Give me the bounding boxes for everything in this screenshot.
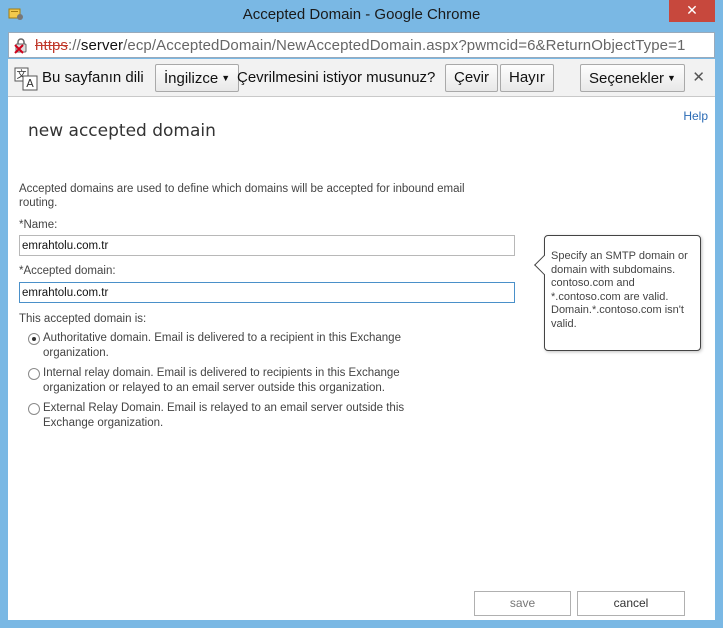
title-bar: Accepted Domain - Google Chrome ✕ [0,0,723,30]
cancel-button[interactable]: cancel [577,591,685,616]
language-dropdown[interactable]: İngilizce ▼ [155,64,240,92]
window-bottom-border [8,620,715,628]
address-bar[interactable]: https://server/ecp/AcceptedDomain/NewAcc… [8,32,715,58]
name-label: *Name: [19,219,58,231]
translate-prefix: Bu sayfanın dili [42,69,144,86]
url-separator: :// [68,37,81,54]
description-text: Accepted domains are used to define whic… [19,183,465,209]
page-title: new accepted domain [28,121,216,141]
accepted-domain-input[interactable] [19,282,515,303]
name-input[interactable] [19,235,515,256]
url-protocol: https [35,37,69,54]
options-label: Seçenekler [589,70,665,87]
radio-button[interactable] [28,403,40,415]
help-link[interactable]: Help [683,109,708,123]
radio-external-relay[interactable]: External Relay Domain. Email is relayed … [28,401,443,431]
close-window-button[interactable]: ✕ [669,0,715,22]
radio-internal-relay[interactable]: Internal relay domain. Email is delivere… [28,366,443,396]
dialog-content: Help new accepted domain Accepted domain… [8,97,715,620]
translate-question: Çevrilmesini istiyor musunuz? [237,69,436,86]
language-label: İngilizce [164,70,219,87]
radio-internal-relay-label: Internal relay domain. Email is delivere… [43,367,400,394]
radio-external-relay-label: External Relay Domain. Email is relayed … [43,402,405,429]
broken-lock-icon[interactable] [13,37,31,55]
domain-type-label: This accepted domain is: [19,313,147,325]
domain-hint-tooltip: Specify an SMTP domain or domain with su… [534,235,701,351]
url-host: server [80,37,124,54]
accepted-domain-label: *Accepted domain: [19,265,116,277]
url-text[interactable]: https://server/ecp/AcceptedDomain/NewAcc… [35,37,685,54]
decline-button[interactable]: Hayır [500,64,554,92]
url-path: /ecp/AcceptedDomain/NewAcceptedDomain.as… [123,37,686,54]
radio-authoritative-label: Authoritative domain. Email is delivered… [43,332,401,359]
translate-icon: 文 A [14,67,38,91]
close-translate-bar-icon[interactable]: ✕ [692,68,705,86]
save-button[interactable]: save [474,591,571,616]
chevron-down-icon: ▼ [221,73,231,83]
options-dropdown[interactable]: Seçenekler ▼ [580,64,685,92]
chevron-down-icon: ▼ [667,73,676,83]
radio-authoritative[interactable]: Authoritative domain. Email is delivered… [28,331,443,361]
svg-text:A: A [26,77,34,90]
radio-button-checked[interactable] [28,333,40,345]
window-title: Accepted Domain - Google Chrome [242,6,481,23]
translate-button[interactable]: Çevir [445,64,499,92]
browser-window: Accepted Domain - Google Chrome ✕ https:… [0,0,723,628]
tooltip-text: Specify an SMTP domain or domain with su… [551,250,688,330]
radio-button[interactable] [28,368,40,380]
translate-bar: 文 A Bu sayfanın dili İngilizce ▼ Çevrilme… [8,59,715,97]
